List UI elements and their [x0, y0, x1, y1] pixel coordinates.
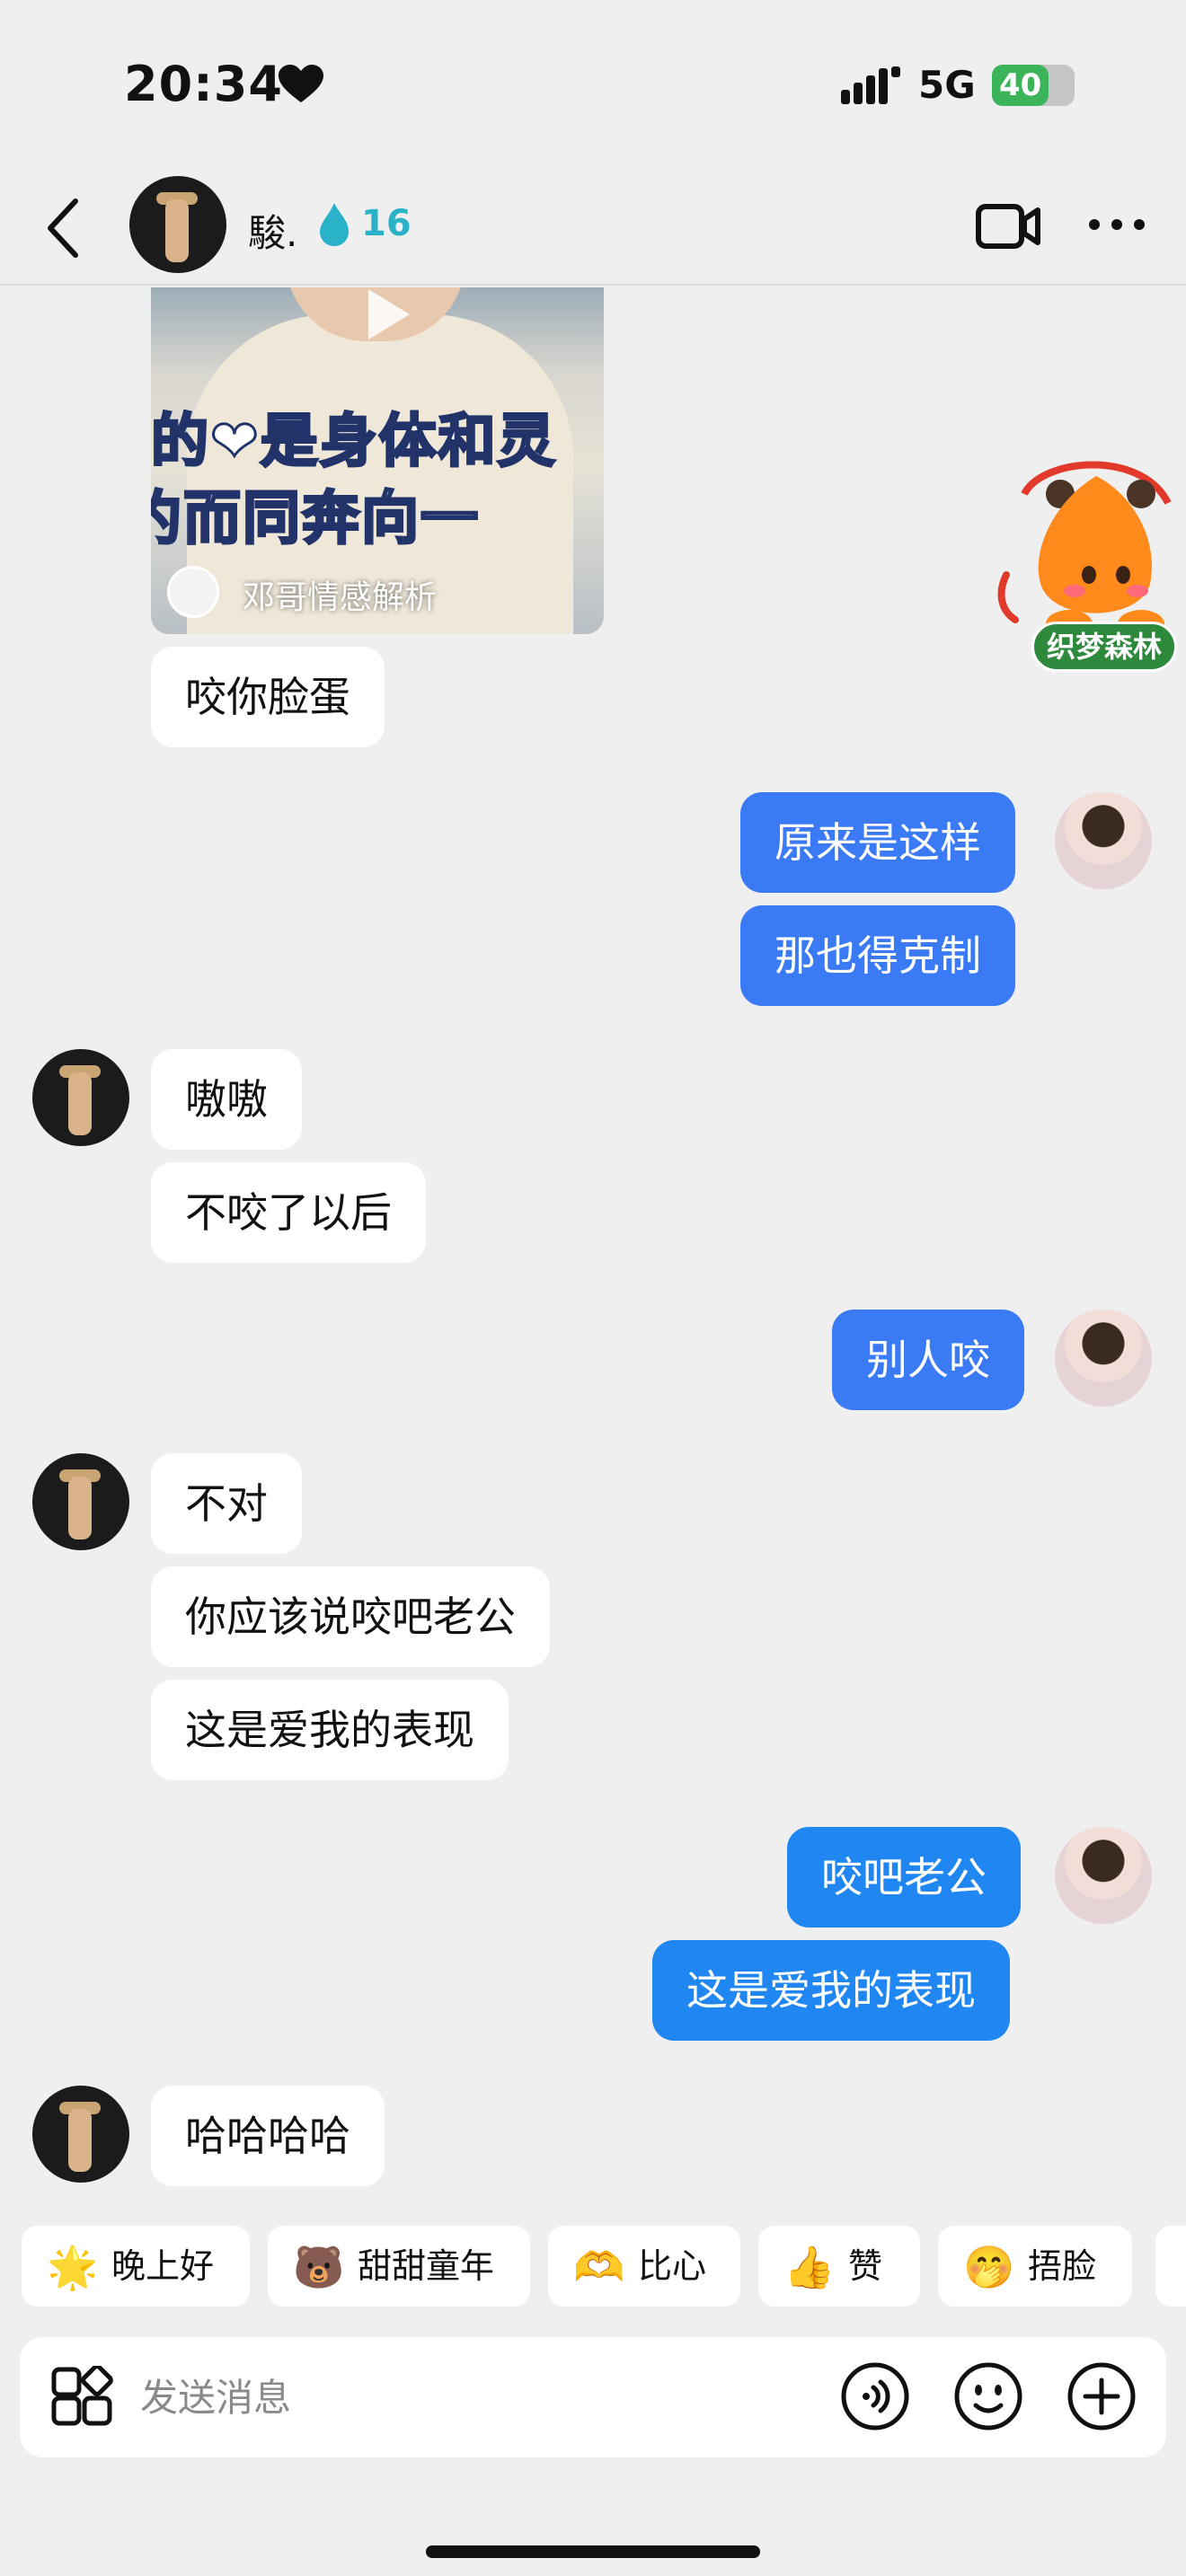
- chat-header: 駿. 16: [0, 171, 1186, 286]
- apps-icon[interactable]: [50, 2366, 113, 2429]
- message-composer: [20, 2337, 1166, 2457]
- video-call-icon[interactable]: [976, 201, 1040, 251]
- message-bubble-incoming[interactable]: 咬你脸蛋: [151, 647, 385, 747]
- message-bubble-outgoing[interactable]: 那也得克制: [740, 905, 1015, 1006]
- video-caption-line1: 的❤是身体和灵: [151, 408, 557, 477]
- heart-icon: [279, 65, 323, 102]
- quick-reply-label: 晚上好: [111, 2246, 215, 2286]
- message-bubble-outgoing[interactable]: 原来是这样: [740, 792, 1015, 893]
- message-input[interactable]: [140, 2359, 823, 2436]
- my-avatar[interactable]: [1055, 792, 1152, 889]
- message-bubble-incoming[interactable]: 你应该说咬吧老公: [151, 1566, 550, 1667]
- my-avatar[interactable]: [1055, 1827, 1152, 1924]
- message-bubble-incoming[interactable]: 不咬了以后: [151, 1162, 426, 1263]
- chat-screen: 20:34 5G 40 駿. 16 的❤是身体和灵 约而同奔向一 邓哥情感解析 …: [0, 0, 1186, 2576]
- quick-reply-chip[interactable]: 🤭 捂脸: [938, 2226, 1132, 2307]
- quick-reply-chip-more[interactable]: [1155, 2226, 1186, 2307]
- contact-avatar[interactable]: [32, 2086, 129, 2183]
- streak-count: 16: [361, 203, 412, 244]
- message-bubble-outgoing[interactable]: 咬吧老公: [787, 1827, 1021, 1928]
- shared-video-card[interactable]: 的❤是身体和灵 约而同奔向一 邓哥情感解析: [151, 287, 604, 634]
- heart-hands-icon: 🫶: [573, 2243, 625, 2291]
- contact-avatar[interactable]: [129, 176, 226, 273]
- quick-reply-label: 赞: [848, 2246, 883, 2286]
- quick-reply-chip[interactable]: 🐻 甜甜童年: [268, 2226, 530, 2307]
- thumbs-up-icon: 👍: [783, 2243, 836, 2291]
- voice-icon[interactable]: [839, 2360, 911, 2432]
- status-time: 20:34: [124, 56, 283, 112]
- play-icon[interactable]: [349, 287, 420, 350]
- message-bubble-outgoing[interactable]: 这是爱我的表现: [652, 1940, 1010, 2041]
- message-bubble-incoming[interactable]: 嗷嗷: [151, 1049, 302, 1150]
- quick-reply-chip[interactable]: 🫶 比心: [548, 2226, 740, 2307]
- message-bubble-outgoing[interactable]: 别人咬: [832, 1310, 1024, 1410]
- contact-name[interactable]: 駿.: [248, 203, 297, 258]
- battery-percent: 40: [999, 67, 1042, 103]
- quick-reply-label: 捂脸: [1028, 2246, 1097, 2286]
- star-icon: 🌟: [47, 2243, 99, 2291]
- quick-reply-label: 甜甜童年: [358, 2246, 495, 2286]
- quick-reply-chip[interactable]: 🌟 晚上好: [22, 2226, 250, 2307]
- facepalm-icon: 🤭: [963, 2243, 1015, 2291]
- quick-reply-label: 比心: [638, 2246, 707, 2286]
- video-author-name: 邓哥情感解析: [243, 579, 438, 616]
- video-caption-line2: 约而同奔向一: [151, 485, 480, 554]
- quick-reply-chip[interactable]: 👍 赞: [758, 2226, 920, 2307]
- back-icon[interactable]: [40, 194, 90, 262]
- more-icon[interactable]: [1087, 210, 1146, 239]
- home-indicator[interactable]: [426, 2545, 760, 2558]
- emoji-icon[interactable]: [952, 2360, 1024, 2432]
- network-label: 5G: [918, 63, 976, 107]
- message-bubble-incoming[interactable]: 哈哈哈哈: [151, 2086, 385, 2186]
- fire-icon: [320, 203, 349, 246]
- contact-avatar[interactable]: [32, 1453, 129, 1550]
- quick-reply-bar: 🌟 晚上好 🐻 甜甜童年 🫶 比心 👍 赞 🤭 捂脸: [0, 2226, 1186, 2312]
- message-bubble-incoming[interactable]: 这是爱我的表现: [151, 1680, 509, 1780]
- message-list[interactable]: 的❤是身体和灵 约而同奔向一 邓哥情感解析 织梦森林 咬你脸蛋 原来是这样 那也…: [0, 287, 1186, 2228]
- contact-avatar[interactable]: [32, 1049, 129, 1146]
- message-bubble-incoming[interactable]: 不对: [151, 1453, 302, 1554]
- mascot-label[interactable]: 织梦森林: [1031, 622, 1178, 672]
- my-avatar[interactable]: [1055, 1310, 1152, 1407]
- bear-icon: 🐻: [293, 2243, 345, 2291]
- signal-icon: [841, 66, 900, 104]
- battery-indicator: 40: [992, 65, 1075, 106]
- video-author-avatar: [167, 566, 219, 618]
- plus-icon[interactable]: [1066, 2360, 1137, 2432]
